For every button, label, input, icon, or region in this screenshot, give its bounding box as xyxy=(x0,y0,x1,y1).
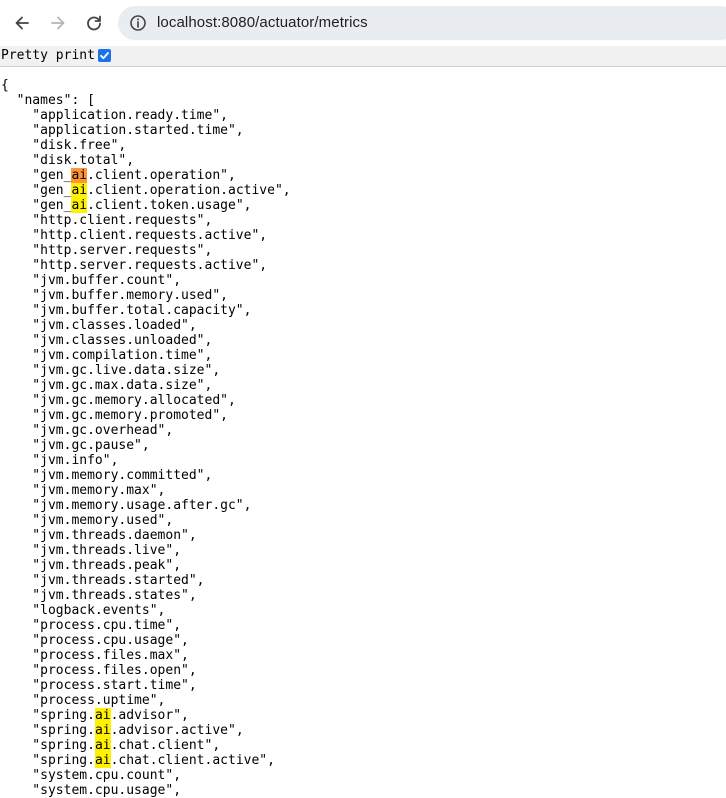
checkmark-icon xyxy=(100,52,109,60)
json-name-entry: "process.start.time", xyxy=(1,678,197,693)
json-name-entry: "jvm.buffer.total.capacity", xyxy=(1,303,252,318)
json-name-entry: "jvm.memory.committed", xyxy=(1,468,213,483)
pretty-print-bar: Pretty print xyxy=(0,46,726,67)
browser-toolbar: localhost:8080/actuator/metrics xyxy=(0,0,726,46)
json-key-line: "names": [ xyxy=(1,93,95,108)
json-name-entry: "jvm.gc.max.data.size", xyxy=(1,378,213,393)
names-list: "application.ready.time", "application.s… xyxy=(1,108,291,798)
address-bar[interactable]: localhost:8080/actuator/metrics xyxy=(118,6,726,40)
json-name-entry: "spring.ai.chat.client.active", xyxy=(1,753,275,768)
pretty-print-checkbox[interactable] xyxy=(98,49,111,62)
reload-button[interactable] xyxy=(80,9,108,37)
json-name-entry: "jvm.gc.pause", xyxy=(1,438,150,453)
json-name-entry: "gen_ai.client.operation.active", xyxy=(1,183,291,198)
json-name-entry: "logback.events", xyxy=(1,603,166,618)
json-name-entry: "http.server.requests.active", xyxy=(1,258,268,273)
json-name-entry: "spring.ai.chat.client", xyxy=(1,738,221,753)
json-name-entry: "jvm.threads.started", xyxy=(1,573,205,588)
json-name-entry: "jvm.gc.memory.promoted", xyxy=(1,408,228,423)
info-icon[interactable] xyxy=(129,14,147,32)
pretty-print-label: Pretty print xyxy=(1,48,95,63)
json-name-entry: "jvm.memory.max", xyxy=(1,483,166,498)
forward-arrow-icon xyxy=(51,16,65,30)
json-name-entry: "jvm.gc.live.data.size", xyxy=(1,363,221,378)
search-highlight: ai xyxy=(71,198,88,213)
json-open-brace: { xyxy=(1,78,9,93)
json-name-entry: "jvm.info", xyxy=(1,453,119,468)
json-name-entry: "process.files.max", xyxy=(1,648,189,663)
json-name-entry: "jvm.memory.used", xyxy=(1,513,174,528)
json-name-entry: "http.client.requests.active", xyxy=(1,228,268,243)
search-highlight: ai xyxy=(94,738,111,753)
forward-button[interactable] xyxy=(44,9,72,37)
json-name-entry: "http.server.requests", xyxy=(1,243,213,258)
json-name-entry: "jvm.threads.states", xyxy=(1,588,197,603)
json-name-entry: "application.ready.time", xyxy=(1,108,228,123)
json-name-entry: "jvm.buffer.memory.used", xyxy=(1,288,228,303)
json-name-entry: "process.cpu.time", xyxy=(1,618,182,633)
json-content: { "names": [ "application.ready.time", "… xyxy=(1,78,291,798)
json-name-entry: "jvm.gc.overhead", xyxy=(1,423,174,438)
search-highlight: ai xyxy=(71,183,88,198)
json-name-entry: "jvm.gc.memory.allocated", xyxy=(1,393,236,408)
json-name-entry: "gen_ai.client.token.usage", xyxy=(1,198,252,213)
json-name-entry: "jvm.classes.loaded", xyxy=(1,318,197,333)
json-name-entry: "disk.free", xyxy=(1,138,127,153)
json-name-entry: "http.client.requests", xyxy=(1,213,213,228)
json-name-entry: "jvm.threads.live", xyxy=(1,543,182,558)
json-name-entry: "jvm.classes.unloaded", xyxy=(1,333,213,348)
json-name-entry: "process.uptime", xyxy=(1,693,166,708)
back-arrow-icon xyxy=(15,16,29,30)
back-button[interactable] xyxy=(8,9,36,37)
json-name-entry: "jvm.threads.peak", xyxy=(1,558,182,573)
search-highlight: ai xyxy=(94,753,111,768)
json-name-entry: "system.cpu.count", xyxy=(1,768,182,783)
json-name-entry: "system.cpu.usage", xyxy=(1,783,182,798)
json-name-entry: "application.started.time", xyxy=(1,123,244,138)
json-name-entry: "spring.ai.advisor.active", xyxy=(1,723,244,738)
json-name-entry: "disk.total", xyxy=(1,153,135,168)
search-highlight: ai xyxy=(94,723,111,738)
json-name-entry: "jvm.buffer.count", xyxy=(1,273,182,288)
json-name-entry: "jvm.memory.usage.after.gc", xyxy=(1,498,252,513)
search-highlight: ai xyxy=(71,168,88,183)
url-text[interactable]: localhost:8080/actuator/metrics xyxy=(157,14,368,31)
reload-icon xyxy=(87,15,101,31)
json-key: names xyxy=(24,93,64,108)
json-name-entry: "process.cpu.usage", xyxy=(1,633,189,648)
json-name-entry: "process.files.open", xyxy=(1,663,197,678)
json-name-entry: "jvm.compilation.time", xyxy=(1,348,213,363)
json-name-entry: "spring.ai.advisor", xyxy=(1,708,189,723)
json-name-entry: "gen_ai.client.operation", xyxy=(1,168,236,183)
json-name-entry: "jvm.threads.daemon", xyxy=(1,528,197,543)
search-highlight: ai xyxy=(94,708,111,723)
